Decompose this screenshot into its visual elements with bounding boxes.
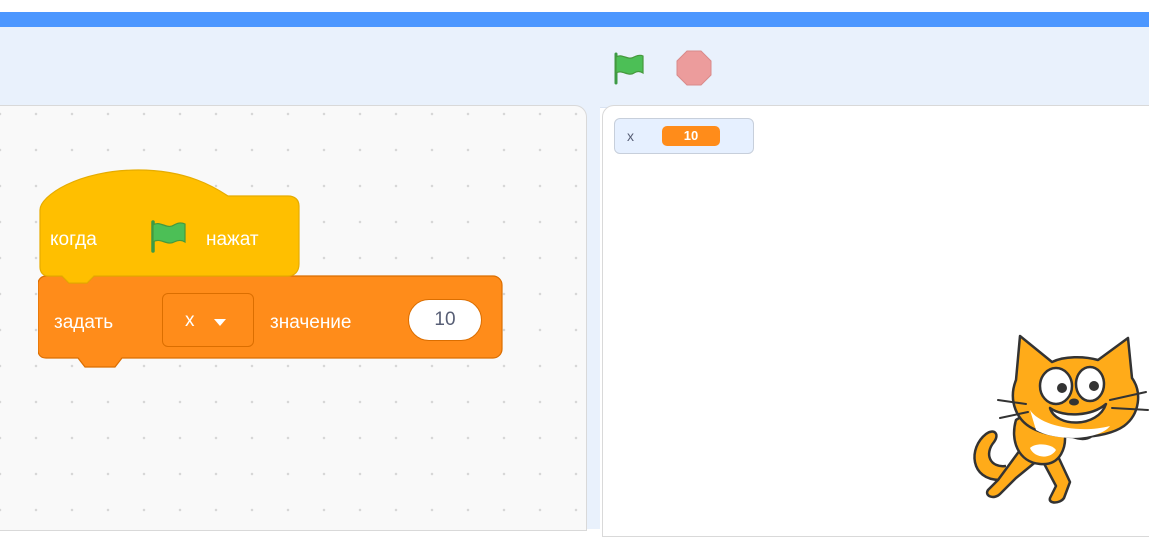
menu-bar bbox=[0, 12, 1149, 27]
window-top-edge bbox=[0, 0, 1149, 12]
green-flag-icon[interactable] bbox=[612, 51, 646, 85]
green-flag-icon bbox=[151, 220, 186, 253]
script-blocks[interactable] bbox=[38, 166, 508, 380]
caret-down-icon bbox=[214, 319, 226, 326]
variable-name: x bbox=[185, 310, 195, 331]
monitor-value: 10 bbox=[662, 126, 720, 146]
value-input[interactable]: 10 bbox=[408, 299, 482, 341]
to-label: значение bbox=[270, 312, 352, 333]
monitor-label: x bbox=[627, 128, 634, 144]
set-label: задать bbox=[54, 312, 114, 333]
stop-icon[interactable] bbox=[676, 50, 712, 86]
when-label: когда bbox=[50, 229, 97, 250]
variable-monitor[interactable]: x 10 bbox=[614, 118, 754, 154]
variable-dropdown[interactable]: x bbox=[162, 293, 254, 347]
cat-sprite[interactable] bbox=[960, 330, 1149, 510]
stage-toolbar bbox=[0, 27, 1149, 108]
clicked-label: нажат bbox=[206, 229, 259, 250]
